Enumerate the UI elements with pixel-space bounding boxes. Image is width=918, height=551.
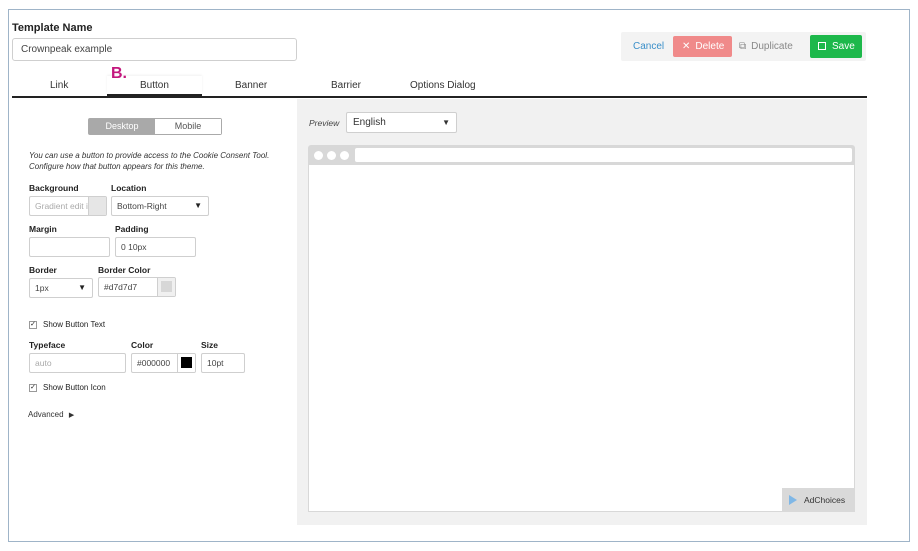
show-button-text-label: Show Button Text bbox=[43, 320, 106, 329]
save-button[interactable]: Save bbox=[810, 35, 862, 58]
save-label: Save bbox=[832, 41, 855, 52]
mock-browser-body bbox=[308, 165, 855, 512]
chevron-down-icon: ▼ bbox=[442, 118, 450, 127]
duplicate-label: Duplicate bbox=[751, 41, 793, 52]
mock-url-bar bbox=[355, 148, 852, 162]
border-label: Border bbox=[29, 265, 57, 275]
adchoices-label: AdChoices bbox=[804, 495, 846, 505]
checkmark-icon: ✓ bbox=[29, 320, 37, 329]
border-color-input[interactable]: #d7d7d7 bbox=[98, 277, 176, 297]
preview-label: Preview bbox=[309, 118, 340, 128]
mobile-toggle[interactable]: Mobile bbox=[155, 119, 221, 134]
padding-input[interactable]: 0 10px bbox=[115, 237, 196, 257]
margin-label: Margin bbox=[29, 224, 57, 234]
chevron-down-icon: ▼ bbox=[78, 283, 86, 292]
adchoices-button-preview[interactable]: AdChoices bbox=[782, 488, 855, 512]
show-button-text-checkbox[interactable]: ✓ Show Button Text bbox=[29, 320, 105, 329]
preview-language-select[interactable]: English ▼ bbox=[346, 112, 457, 133]
background-label: Background bbox=[29, 183, 79, 193]
window-dot-icon bbox=[314, 151, 323, 160]
annotation-marker: B. bbox=[111, 65, 127, 82]
color-value: #000000 bbox=[137, 358, 171, 368]
tab-button[interactable]: Button bbox=[140, 80, 169, 91]
typeface-input[interactable]: auto bbox=[29, 353, 126, 373]
window-dot-icon bbox=[340, 151, 349, 160]
copy-icon: ⧉ bbox=[739, 41, 747, 52]
color-swatch[interactable] bbox=[177, 354, 195, 372]
close-icon: ✕ bbox=[682, 41, 691, 52]
advanced-label: Advanced bbox=[28, 410, 64, 419]
background-input[interactable]: Gradient edit i bbox=[29, 196, 107, 216]
size-input[interactable]: 10pt bbox=[201, 353, 245, 373]
advanced-toggle[interactable]: Advanced ▶ bbox=[28, 410, 74, 419]
tab-barrier[interactable]: Barrier bbox=[331, 80, 361, 91]
background-placeholder: Gradient edit i bbox=[35, 201, 88, 211]
delete-button[interactable]: ✕ Delete bbox=[673, 36, 732, 57]
border-color-label: Border Color bbox=[98, 265, 151, 275]
color-input[interactable]: #000000 bbox=[131, 353, 196, 373]
padding-label: Padding bbox=[115, 224, 149, 234]
checkmark-icon: ✓ bbox=[29, 383, 37, 392]
delete-label: Delete bbox=[695, 41, 725, 52]
template-name-label: Template Name bbox=[12, 22, 93, 34]
tab-active-underline bbox=[107, 94, 202, 98]
caret-right-icon: ▶ bbox=[68, 412, 75, 419]
size-label: Size bbox=[201, 340, 219, 350]
preview-language-value: English bbox=[353, 117, 386, 128]
border-color-value: #d7d7d7 bbox=[104, 282, 138, 292]
show-button-icon-checkbox[interactable]: ✓ Show Button Icon bbox=[29, 383, 106, 392]
adchoices-icon bbox=[789, 495, 797, 505]
chevron-down-icon: ▼ bbox=[194, 201, 202, 210]
duplicate-button[interactable]: ⧉ Duplicate bbox=[739, 36, 805, 57]
border-select[interactable]: 1px ▼ bbox=[29, 278, 93, 298]
desktop-toggle[interactable]: Desktop bbox=[89, 119, 155, 134]
border-value: 1px bbox=[35, 283, 49, 293]
show-button-icon-label: Show Button Icon bbox=[43, 383, 106, 392]
template-name-input[interactable]: Crownpeak example bbox=[12, 38, 297, 61]
location-label: Location bbox=[111, 183, 147, 193]
tab-options-dialog[interactable]: Options Dialog bbox=[410, 80, 476, 91]
cancel-button[interactable]: Cancel bbox=[633, 36, 664, 57]
color-label: Color bbox=[131, 340, 154, 350]
tab-banner[interactable]: Banner bbox=[235, 80, 267, 91]
tab-link[interactable]: Link bbox=[50, 80, 68, 91]
window-dot-icon bbox=[327, 151, 336, 160]
margin-input[interactable] bbox=[29, 237, 110, 257]
location-value: Bottom-Right bbox=[117, 201, 167, 211]
button-description: You can use a button to provide access t… bbox=[29, 151, 270, 171]
background-swatch[interactable] bbox=[88, 197, 106, 215]
floppy-disk-icon bbox=[818, 42, 826, 50]
location-select[interactable]: Bottom-Right ▼ bbox=[111, 196, 209, 216]
border-color-swatch[interactable] bbox=[157, 278, 175, 296]
typeface-label: Typeface bbox=[29, 340, 66, 350]
device-toggle: Desktop Mobile bbox=[88, 118, 222, 135]
